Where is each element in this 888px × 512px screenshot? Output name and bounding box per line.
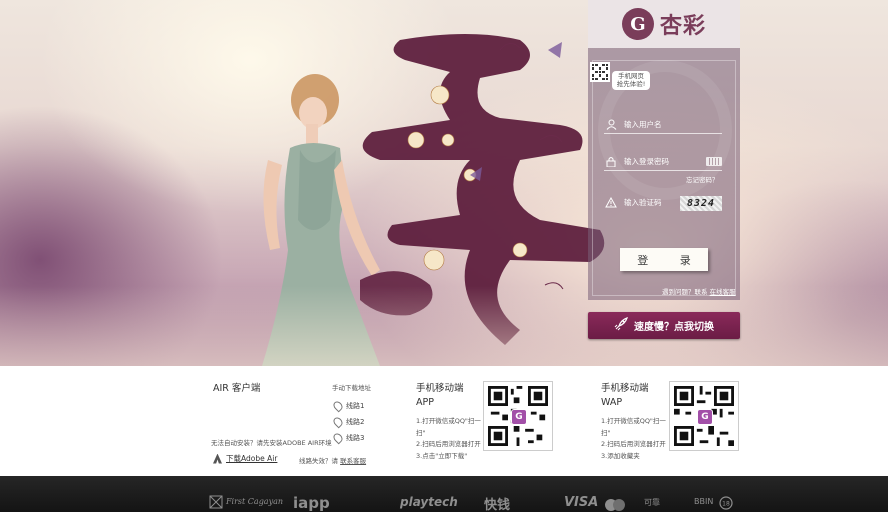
svg-text:18: 18 [722,501,730,508]
first-cagayan-text: First Cagayan [226,497,284,506]
visa-logo: VISA [564,495,599,510]
brand-logo[interactable]: G 杏彩 [588,0,740,48]
logo-mark-icon: G [621,8,654,40]
download-line-1[interactable]: 线路1 [331,399,364,413]
location-pin-icon [331,399,345,413]
captcha-placeholder: 输入验证码 [624,197,662,207]
location-pin-icon [331,415,345,429]
login-button[interactable]: 登 录 [620,248,708,271]
hero-glow [0,286,888,366]
download-adobe-air-link[interactable]: 下载Adobe Air [213,453,277,464]
age-limit-icon: 18 [719,495,733,512]
help-line: 遇到问题？联系 在线客服 [662,286,736,296]
first-cagayan-logo [209,494,223,512]
username-field[interactable]: 输入用户名 [604,116,722,134]
playtech-logo: playtech [400,495,458,509]
captcha-image[interactable]: 8324 [680,196,722,211]
app-steps: 1.打开微信或QQ"扫一 扫" 2.扫码后用浏览器打开 3.点击"立即下载" [416,417,481,460]
download-line-2[interactable]: 线路2 [331,415,364,429]
trust-logo: 可靠 [644,498,660,507]
air-client-title: AIR 客户端 [213,383,261,394]
mobile-qr-icon[interactable] [590,62,610,82]
lock-icon [604,156,618,168]
mobile-web-tip[interactable]: 手机网页 抢先体验! [612,71,650,90]
app-qr-code[interactable]: G [483,381,553,451]
user-icon [604,119,618,131]
kuaiqian-logo: 快钱 [484,498,511,512]
wap-title: 手机移动端 [601,383,649,394]
air-install-note: 无法自动安装？请先安装ADOBE AIR环境 [211,439,332,447]
switch-line-label: 速度慢？点我切换 [634,322,714,333]
contact-service-link[interactable]: 联系客服 [340,457,366,465]
online-service-link[interactable]: 在线客服 [710,288,736,296]
mastercard-logo [603,497,627,512]
forgot-password-link[interactable]: 忘记密码？ [686,174,719,184]
help-prefix: 遇到问题？联系 [662,288,708,296]
adobe-icon [213,453,222,464]
qr-logo-icon: G [697,409,713,425]
wap-subtitle: WAP [601,397,623,408]
logo-text: 杏彩 [659,13,706,39]
password-field[interactable]: 输入登录密码 [604,153,722,171]
password-placeholder: 输入登录密码 [624,157,669,166]
qr-logo-icon: G [511,409,527,425]
warning-icon [604,196,618,208]
switch-line-button[interactable]: 速度慢？点我切换 [588,312,740,339]
app-title: 手机移动端 [416,383,464,394]
rocket-icon [614,317,628,334]
location-pin-icon [331,431,345,445]
line-invalid-note: 线路失效？请 联系客服 [299,457,367,465]
wap-steps: 1.打开微信或QQ"扫一 扫" 2.扫码后用浏览器打开 3.添加收藏夹 [601,417,666,460]
manual-download-label: 手动下载地址 [332,384,371,392]
hero-banner [0,0,888,366]
iapp-logo: iapp [293,494,330,512]
captcha-field[interactable]: 输入验证码 [604,193,676,211]
download-line-3[interactable]: 线路3 [331,431,364,445]
app-subtitle: APP [416,397,434,408]
keyboard-icon[interactable] [706,157,722,166]
username-placeholder: 输入用户名 [624,120,662,129]
wap-qr-code[interactable]: G [669,381,739,451]
bbin-logo: BBIN [694,497,714,506]
